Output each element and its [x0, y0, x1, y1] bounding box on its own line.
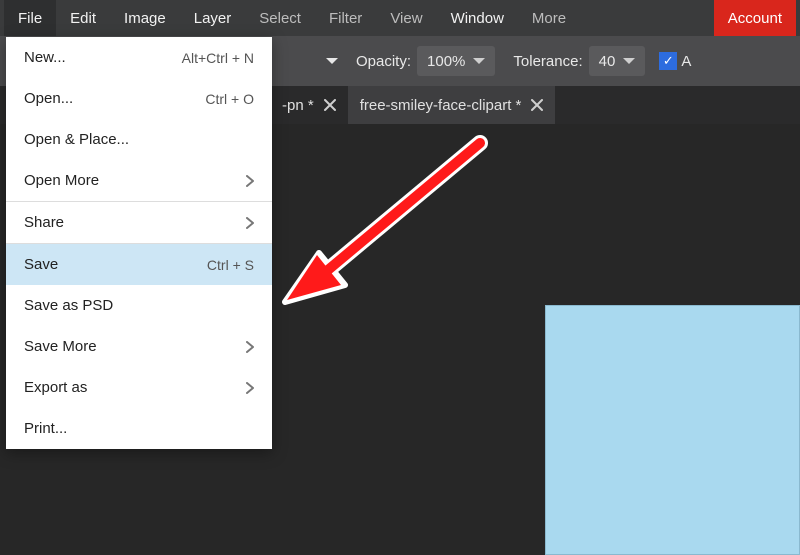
tool-preset-dropdown[interactable]	[320, 58, 338, 64]
tolerance-value: 40	[599, 53, 616, 70]
shortcut-text: Alt+Ctrl + N	[182, 50, 254, 66]
menu-image[interactable]: Image	[110, 0, 180, 36]
document-tab[interactable]: -pn *	[270, 86, 348, 124]
option-checkbox-label: A	[681, 53, 691, 70]
file-menu-save-more[interactable]: Save More	[6, 326, 272, 367]
close-icon[interactable]	[324, 99, 336, 111]
menu-account[interactable]: Account	[714, 0, 796, 36]
tolerance-value-dropdown[interactable]: 40	[589, 46, 646, 76]
file-menu-open-more[interactable]: Open More	[6, 160, 272, 201]
menu-view[interactable]: View	[376, 0, 436, 36]
opacity-label: Opacity:	[356, 53, 411, 70]
file-menu-print[interactable]: Print...	[6, 408, 272, 449]
tab-label: free-smiley-face-clipart *	[360, 97, 522, 114]
file-menu-dropdown: New... Alt+Ctrl + N Open... Ctrl + O Ope…	[6, 37, 272, 449]
menu-layer[interactable]: Layer	[180, 0, 246, 36]
menu-filter[interactable]: Filter	[315, 0, 376, 36]
canvas-content[interactable]	[545, 305, 800, 555]
shortcut-text: Ctrl + S	[207, 257, 254, 273]
file-menu-save-psd[interactable]: Save as PSD	[6, 285, 272, 326]
file-menu-open-place[interactable]: Open & Place...	[6, 119, 272, 160]
file-menu-export-as[interactable]: Export as	[6, 367, 272, 408]
opacity-value-dropdown[interactable]: 100%	[417, 46, 495, 76]
document-tab[interactable]: free-smiley-face-clipart *	[348, 86, 556, 124]
file-menu-share[interactable]: Share	[6, 202, 272, 243]
chevron-down-icon	[623, 58, 635, 64]
tolerance-label: Tolerance:	[513, 53, 582, 70]
chevron-right-icon	[246, 217, 254, 229]
menubar: File Edit Image Layer Select Filter View…	[0, 0, 800, 36]
chevron-right-icon	[246, 341, 254, 353]
tab-label: -pn *	[282, 97, 314, 114]
file-menu-save[interactable]: Save Ctrl + S	[6, 244, 272, 285]
menu-file[interactable]: File	[4, 0, 56, 36]
file-menu-new[interactable]: New... Alt+Ctrl + N	[6, 37, 272, 78]
menu-edit[interactable]: Edit	[56, 0, 110, 36]
menu-select[interactable]: Select	[245, 0, 315, 36]
shortcut-text: Ctrl + O	[205, 91, 254, 107]
opacity-value: 100%	[427, 53, 465, 70]
chevron-down-icon	[326, 58, 338, 64]
chevron-down-icon	[473, 58, 485, 64]
chevron-right-icon	[246, 175, 254, 187]
chevron-right-icon	[246, 382, 254, 394]
option-checkbox[interactable]: ✓	[659, 52, 677, 70]
file-menu-open[interactable]: Open... Ctrl + O	[6, 78, 272, 119]
menu-window[interactable]: Window	[437, 0, 518, 36]
close-icon[interactable]	[531, 99, 543, 111]
menu-more[interactable]: More	[518, 0, 580, 36]
